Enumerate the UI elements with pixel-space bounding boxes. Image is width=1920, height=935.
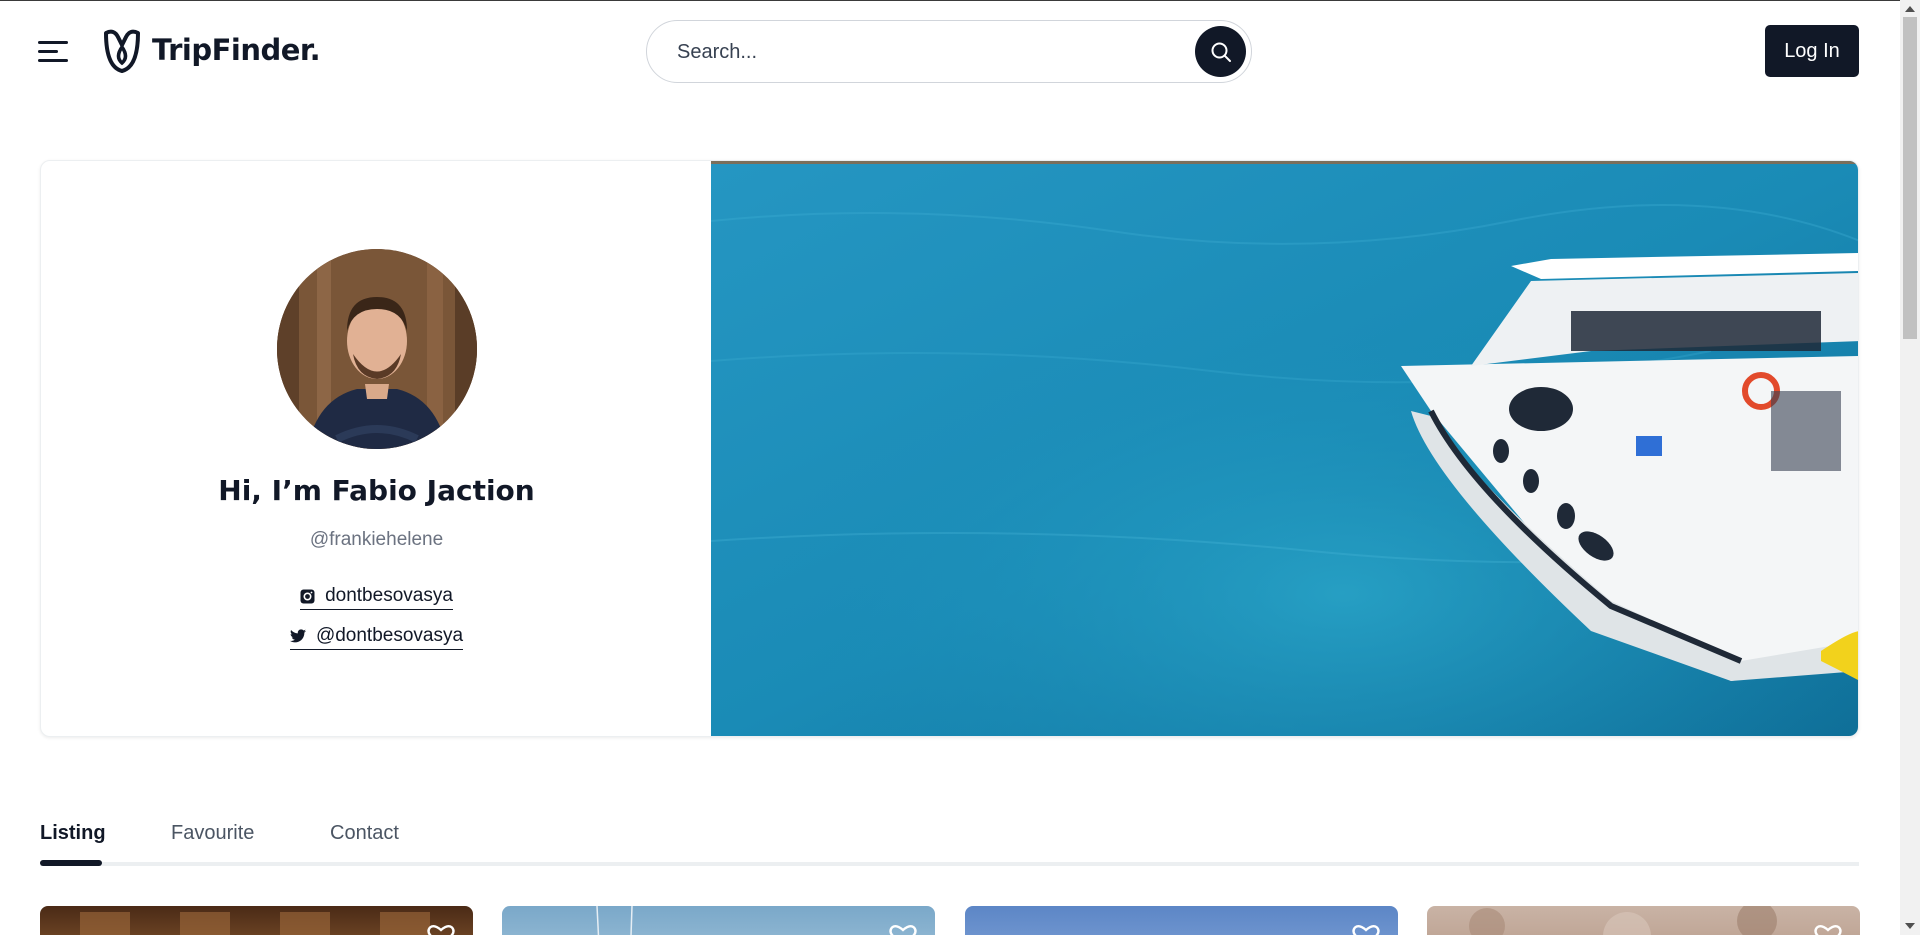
login-button[interactable]: Log In	[1765, 25, 1859, 77]
avatar	[277, 249, 477, 449]
tripfinder-logo-icon	[104, 29, 140, 73]
twitter-icon	[289, 629, 306, 643]
heart-icon[interactable]	[889, 924, 917, 935]
heart-icon[interactable]	[427, 924, 455, 935]
vertical-scrollbar[interactable]	[1900, 0, 1920, 935]
listing-card[interactable]	[1427, 906, 1860, 935]
profile-handle: @frankiehelene	[309, 529, 444, 550]
twitter-handle: @dontbesovasya	[315, 625, 464, 646]
heart-icon[interactable]	[1352, 924, 1380, 935]
search-bar	[646, 20, 1252, 83]
scroll-thumb[interactable]	[1903, 17, 1917, 339]
listing-card[interactable]	[965, 906, 1398, 935]
profile-info: Hi, I’m Fabio Jaction @frankiehelene don…	[41, 161, 712, 736]
active-tab-indicator	[40, 860, 102, 866]
instagram-link[interactable]: dontbesovasya	[300, 585, 453, 610]
profile-card: Hi, I’m Fabio Jaction @frankiehelene don…	[40, 160, 1859, 737]
profile-name: Hi, I’m Fabio Jaction	[218, 474, 535, 507]
search-input[interactable]	[677, 35, 1147, 69]
site-logo[interactable]: TripFinder.	[102, 27, 321, 73]
scroll-down-arrow-icon[interactable]	[1905, 923, 1915, 929]
logo-text: TripFinder.	[152, 33, 321, 67]
instagram-icon	[300, 589, 315, 603]
tab-favourite[interactable]: Favourite	[171, 822, 254, 845]
site-header: TripFinder. Log In	[0, 0, 1900, 102]
hamburger-menu-icon[interactable]	[38, 38, 72, 64]
scroll-up-arrow-icon[interactable]	[1905, 6, 1915, 12]
instagram-row: dontbesovasya	[41, 585, 712, 610]
search-icon	[1211, 42, 1231, 62]
twitter-link[interactable]: @dontbesovasya	[289, 625, 464, 650]
tab-contact[interactable]: Contact	[330, 822, 399, 845]
twitter-row: @dontbesovasya	[41, 625, 712, 650]
profile-tabs: Listing Favourite Contact	[40, 818, 1859, 866]
listing-card[interactable]	[40, 906, 473, 935]
instagram-handle: dontbesovasya	[325, 585, 453, 606]
listing-grid	[40, 906, 1860, 935]
tab-listing[interactable]: Listing	[40, 822, 106, 845]
tabs-divider	[40, 862, 1859, 866]
heart-icon[interactable]	[1814, 924, 1842, 935]
listing-card[interactable]	[502, 906, 935, 935]
cover-image	[711, 161, 1858, 736]
search-button[interactable]	[1195, 26, 1246, 77]
